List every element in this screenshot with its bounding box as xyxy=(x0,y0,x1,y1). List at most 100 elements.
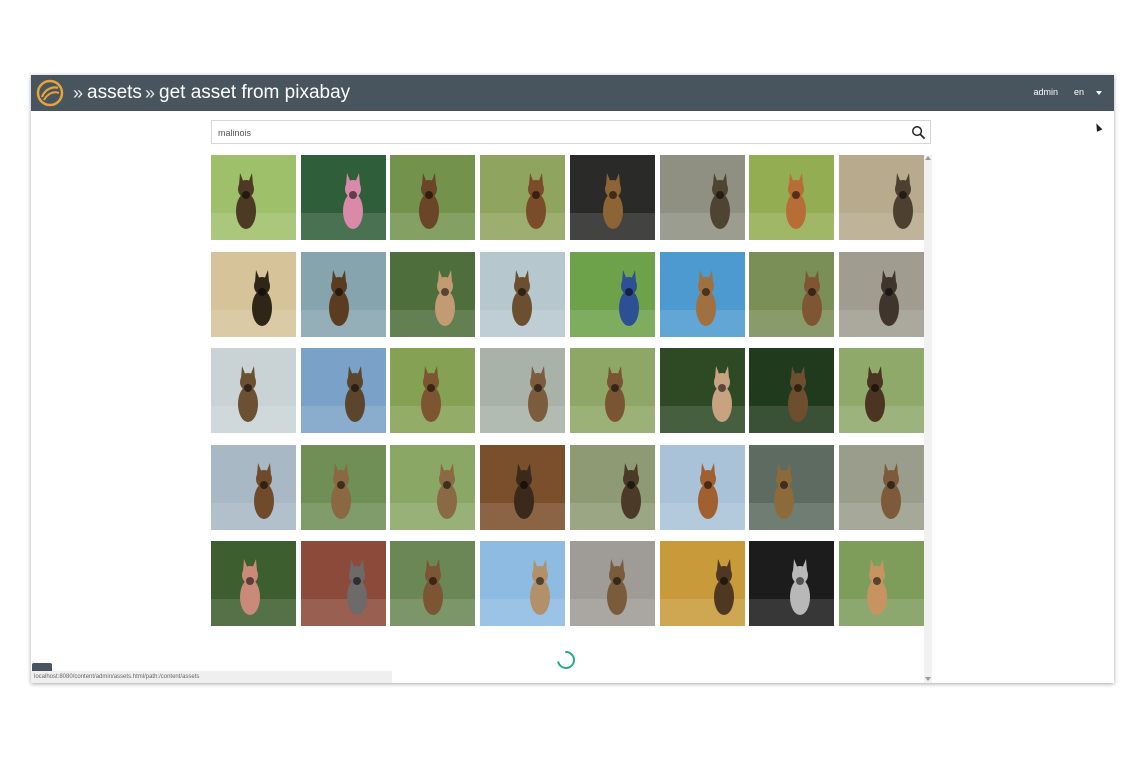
dog-photo-icon xyxy=(749,251,835,337)
dog-photo-icon xyxy=(749,541,835,626)
search-icon[interactable] xyxy=(911,125,926,140)
image-thumbnail[interactable] xyxy=(838,251,924,337)
dog-photo-icon xyxy=(569,444,655,530)
image-thumbnail[interactable] xyxy=(390,541,476,626)
dog-photo-icon xyxy=(569,348,655,433)
image-thumbnail[interactable] xyxy=(300,541,386,626)
dog-photo-icon xyxy=(211,155,296,240)
dog-photo-icon xyxy=(211,444,296,530)
image-thumbnail[interactable] xyxy=(390,155,476,240)
results-scrollbar[interactable] xyxy=(924,155,932,683)
dog-photo-icon xyxy=(390,155,476,240)
image-thumbnail[interactable] xyxy=(300,155,386,240)
app-window: » assets » get asset from pixabay admin … xyxy=(31,75,1114,683)
dog-photo-icon xyxy=(749,155,835,240)
dog-photo-icon xyxy=(480,541,566,626)
dog-photo-icon xyxy=(569,251,655,337)
dog-photo-icon xyxy=(838,541,924,626)
image-thumbnail[interactable] xyxy=(659,444,745,530)
image-thumbnail[interactable] xyxy=(749,444,835,530)
image-thumbnail[interactable] xyxy=(659,541,745,626)
dog-photo-icon xyxy=(569,541,655,626)
image-thumbnail[interactable] xyxy=(569,444,655,530)
image-thumbnail[interactable] xyxy=(569,541,655,626)
dog-photo-icon xyxy=(390,444,476,530)
dog-photo-icon xyxy=(211,348,296,433)
dog-photo-icon xyxy=(749,348,835,433)
dog-photo-icon xyxy=(659,155,745,240)
image-thumbnail[interactable] xyxy=(300,444,386,530)
top-navigation-bar: » assets » get asset from pixabay admin … xyxy=(31,75,1114,111)
image-thumbnail[interactable] xyxy=(211,348,296,433)
image-thumbnail[interactable] xyxy=(480,444,566,530)
scroll-down-arrow-icon[interactable] xyxy=(925,677,931,681)
dog-photo-icon xyxy=(300,251,386,337)
dog-photo-icon xyxy=(659,348,745,433)
dog-photo-icon xyxy=(659,444,745,530)
dog-photo-icon xyxy=(300,348,386,433)
dog-photo-icon xyxy=(300,541,386,626)
image-thumbnail[interactable] xyxy=(211,541,296,626)
dog-photo-icon xyxy=(569,155,655,240)
image-thumbnail[interactable] xyxy=(838,541,924,626)
dog-photo-icon xyxy=(749,444,835,530)
image-thumbnail[interactable] xyxy=(480,155,566,240)
image-thumbnail[interactable] xyxy=(749,348,835,433)
image-thumbnail[interactable] xyxy=(480,348,566,433)
breadcrumb-separator: » xyxy=(145,83,156,103)
dog-photo-icon xyxy=(838,251,924,337)
search-box xyxy=(211,120,931,144)
dog-photo-icon xyxy=(838,444,924,530)
browser-status-url: localhost:8080/content/admin/assets.html… xyxy=(31,671,392,683)
dog-photo-icon xyxy=(211,541,296,626)
image-thumbnail[interactable] xyxy=(659,251,745,337)
image-thumbnail[interactable] xyxy=(569,348,655,433)
dog-photo-icon xyxy=(659,541,745,626)
dog-photo-icon xyxy=(211,251,296,337)
dog-photo-icon xyxy=(390,348,476,433)
scroll-up-arrow-icon[interactable] xyxy=(925,156,931,160)
image-thumbnail[interactable] xyxy=(838,348,924,433)
image-thumbnail[interactable] xyxy=(480,251,566,337)
language-dropdown-chevron-icon[interactable] xyxy=(1096,91,1102,95)
dog-photo-icon xyxy=(390,251,476,337)
corner-tab-icon[interactable] xyxy=(32,663,52,671)
breadcrumb-current-page: get asset from pixabay xyxy=(159,82,351,103)
image-thumbnail[interactable] xyxy=(838,155,924,240)
search-input[interactable] xyxy=(218,125,898,140)
image-thumbnail[interactable] xyxy=(569,251,655,337)
dog-photo-icon xyxy=(480,155,566,240)
breadcrumb-assets-link[interactable]: assets xyxy=(87,81,142,105)
dog-photo-icon xyxy=(300,155,386,240)
dog-photo-icon xyxy=(838,348,924,433)
mouse-cursor-icon xyxy=(1093,122,1103,132)
image-thumbnail[interactable] xyxy=(749,155,835,240)
image-thumbnail[interactable] xyxy=(390,251,476,337)
image-thumbnail[interactable] xyxy=(390,444,476,530)
breadcrumb-separator: » xyxy=(73,83,84,103)
image-thumbnail[interactable] xyxy=(480,541,566,626)
image-thumbnail[interactable] xyxy=(569,155,655,240)
image-thumbnail[interactable] xyxy=(300,348,386,433)
language-selector[interactable]: en xyxy=(1074,87,1084,97)
image-thumbnail[interactable] xyxy=(390,348,476,433)
image-thumbnail[interactable] xyxy=(300,251,386,337)
dog-photo-icon xyxy=(480,348,566,433)
loading-spinner-icon xyxy=(557,651,575,669)
image-thumbnail[interactable] xyxy=(659,155,745,240)
dog-photo-icon xyxy=(480,444,566,530)
image-thumbnail[interactable] xyxy=(211,155,296,240)
dog-photo-icon xyxy=(300,444,386,530)
image-thumbnail[interactable] xyxy=(211,444,296,530)
dog-photo-icon xyxy=(659,251,745,337)
user-menu[interactable]: admin xyxy=(1033,87,1058,97)
image-thumbnail[interactable] xyxy=(749,251,835,337)
dog-photo-icon xyxy=(480,251,566,337)
image-thumbnail[interactable] xyxy=(659,348,745,433)
image-thumbnail[interactable] xyxy=(749,541,835,626)
app-logo-icon[interactable] xyxy=(36,79,64,107)
dog-photo-icon xyxy=(838,155,924,240)
dog-photo-icon xyxy=(390,541,476,626)
image-thumbnail[interactable] xyxy=(838,444,924,530)
image-thumbnail[interactable] xyxy=(211,251,296,337)
